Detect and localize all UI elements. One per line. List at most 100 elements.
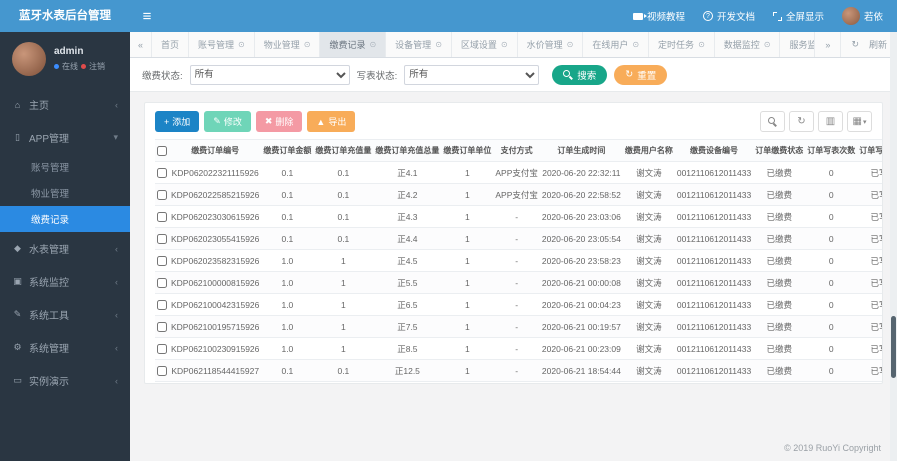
select-all-checkbox[interactable] — [157, 145, 167, 156]
table-row: KDP062022585215926 0.1 0.1 正4.2 1 APP支付宝 2020-… — [155, 183, 882, 206]
toggle-view-button[interactable]: ▦ ▾ — [847, 111, 872, 132]
column-header[interactable]: 缴费设备编号 — [674, 139, 754, 162]
tabs-scroll-right-button[interactable]: » — [814, 32, 840, 57]
sidebar-subitem[interactable]: 账号管理 — [0, 154, 130, 180]
sidebar-item-0[interactable]: ⌂ 主页 ‹ — [0, 88, 130, 121]
row-checkbox[interactable] — [157, 189, 167, 200]
online-status: 在线 — [62, 62, 78, 71]
column-header[interactable]: 订单生成时间 — [539, 139, 623, 162]
sidebar-toggle-button[interactable]: ≡ — [130, 8, 164, 25]
cell-created: 2020-06-20 23:05:54 — [539, 227, 623, 250]
sidebar-item-2[interactable]: ◆ 水表管理 ‹ — [0, 232, 130, 265]
table-tools: ↻ ▥ ▦ ▾ — [756, 111, 872, 132]
tab-4[interactable]: 设备管理 ⊙ — [386, 32, 452, 57]
table-refresh-button[interactable]: ↻ — [789, 111, 814, 132]
tab-10[interactable]: 服务监控⊙ — [780, 32, 814, 57]
dev-docs-link[interactable]: ? 开发文档 — [702, 9, 755, 23]
tab-2[interactable]: 物业管理 ⊙ — [255, 32, 321, 57]
row-checkbox[interactable] — [157, 365, 167, 376]
home-icon: ⌂ — [14, 99, 21, 110]
cell-device: 0012110612011433 — [674, 161, 754, 184]
row-checkbox[interactable] — [157, 255, 167, 266]
cell-recharge: 0.1 — [313, 205, 374, 228]
cell-user: 谢文涛 — [622, 227, 675, 250]
add-button[interactable]: + 添加 — [155, 111, 200, 132]
table-search-button[interactable] — [760, 111, 785, 132]
sidebar-subitem[interactable]: 物业管理 — [0, 180, 130, 206]
cell-total: 正4.3 — [373, 205, 442, 228]
cell-recharge: 0.1 — [313, 183, 374, 206]
tab-8[interactable]: 定时任务 ⊙ — [649, 32, 715, 57]
reset-icon: ↻ — [625, 69, 634, 80]
sidebar-item-6[interactable]: ▭ 实例演示 ‹ — [0, 364, 130, 397]
row-checkbox[interactable] — [157, 277, 167, 288]
water-icon: ◆ — [14, 243, 21, 253]
tab-3[interactable]: 缴费记录 ⊙ — [320, 32, 387, 57]
cell-order-no: KDP062100042315926 — [169, 293, 262, 316]
sidebar-subitem[interactable]: 缴费记录 — [0, 206, 130, 232]
scrollbar-thumb[interactable] — [891, 316, 896, 378]
column-header[interactable]: 缴费订单充值量 — [313, 139, 374, 162]
toggle-columns-button[interactable]: ▥ — [818, 111, 843, 132]
columns-icon: ▥ — [825, 116, 836, 127]
sidebar-item-5[interactable]: ⚙ 系统管理 ‹ — [0, 331, 130, 364]
cell-user: 谢文涛 — [622, 183, 675, 206]
cell-user: 谢文涛 — [622, 271, 675, 294]
user-menu[interactable]: 若依 — [841, 7, 883, 25]
row-checkbox[interactable] — [157, 167, 167, 178]
row-checkbox[interactable] — [157, 233, 167, 244]
tab-0[interactable]: 首页 — [152, 32, 190, 57]
cell-pay-method: - — [493, 249, 540, 272]
column-header[interactable]: 缴费订单金额 — [261, 139, 314, 162]
circle-icon: ⊙ — [238, 40, 245, 49]
fullscreen-button[interactable]: 全屏显示 — [772, 9, 824, 23]
column-header[interactable]: 订单写表状态 — [857, 139, 882, 162]
row-checkbox[interactable] — [157, 299, 167, 310]
sidebar-item-3[interactable]: ▣ 系统监控 ‹ — [0, 265, 130, 298]
cell-order-no: KDP062100195715926 — [169, 315, 262, 338]
cell-write-count: 0 — [805, 227, 858, 250]
write-status-select[interactable]: 所有 — [404, 64, 540, 85]
column-header[interactable]: 订单缴费状态 — [753, 139, 806, 162]
delete-button[interactable]: ✖ 删除 — [255, 111, 303, 132]
cell-pay-method: - — [493, 315, 540, 338]
app-title: 蓝牙水表后台管理 — [19, 10, 111, 22]
filter-bar: 缴费状态: 所有 写表状态: 所有 搜索 ↻ 重置 — [130, 58, 897, 92]
row-checkbox[interactable] — [157, 343, 167, 354]
pay-status-select[interactable]: 所有 — [189, 64, 350, 85]
reset-button[interactable]: ↻ 重置 — [614, 64, 668, 85]
tab-6[interactable]: 水价管理 ⊙ — [518, 32, 584, 57]
column-header[interactable]: 缴费订单充值总量 — [373, 139, 442, 162]
column-header[interactable]: 支付方式 — [493, 139, 540, 162]
row-checkbox[interactable] — [157, 321, 167, 332]
cell-pay-status: 已缴费 — [753, 271, 806, 294]
search-button[interactable]: 搜索 — [552, 64, 608, 85]
sidebar-item-4[interactable]: ✎ 系统工具 ‹ — [0, 298, 130, 331]
tab-7[interactable]: 在线用户 ⊙ — [583, 32, 650, 57]
cell-amount: 0.1 — [261, 161, 314, 184]
cell-user: 谢文涛 — [622, 205, 675, 228]
tab-5[interactable]: 区域设置 ⊙ — [452, 32, 518, 57]
cell-created: 2020-06-20 23:03:06 — [539, 205, 623, 228]
caret-down-icon: ▾ — [862, 118, 867, 126]
row-checkbox[interactable] — [157, 211, 167, 222]
export-button[interactable]: ▲ 导出 — [307, 111, 356, 132]
tab-9[interactable]: 数据监控 ⊙ — [715, 32, 781, 57]
cell-select — [155, 249, 169, 272]
column-header[interactable]: 缴费订单编号 — [169, 139, 262, 162]
video-tutorial-link[interactable]: 视频教程 — [632, 9, 685, 23]
column-header[interactable]: 缴费用户名称 — [622, 139, 675, 162]
tab-1[interactable]: 账号管理 ⊙ — [189, 32, 255, 57]
cell-order-no: KDP062100230915926 — [169, 337, 262, 360]
refresh-tab-button[interactable]: ↻ 刷新 — [840, 32, 897, 57]
tabs-scroll-left-button[interactable]: « — [130, 32, 152, 57]
cell-pay-method: - — [493, 359, 540, 382]
column-header[interactable]: 缴费订单单位 — [441, 139, 494, 162]
table-row: KDP062023582315926 1.0 1 正4.5 1-2020-06-20 2… — [155, 249, 882, 272]
column-header[interactable]: 订单写表次数 — [805, 139, 858, 162]
sidebar-item-1[interactable]: ▯ APP管理 ▾ — [0, 121, 130, 154]
logout-link[interactable]: 注销 — [89, 61, 105, 72]
cell-device: 0012110612011433 — [674, 293, 754, 316]
top-header: 蓝牙水表后台管理 ≡ 视频教程 ? 开发文档 全屏显示 若依 — [0, 0, 897, 32]
edit-button[interactable]: ✎ 修改 — [204, 111, 251, 132]
